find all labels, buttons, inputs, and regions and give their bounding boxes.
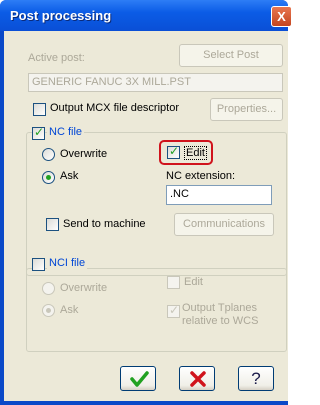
select-post-button[interactable]: Select Post [179,44,283,67]
properties-button[interactable]: Properties... [210,98,283,121]
nc-file-checkbox[interactable]: ✓ [32,125,45,140]
checkmark-icon: ✓ [169,144,180,158]
nc-ask-radio[interactable] [42,171,55,184]
nci-file-label: NCI file [47,257,88,269]
nc-overwrite-label: Overwrite [60,148,108,160]
active-post-field[interactable]: GENERIC FANUC 3X MILL.PST [28,73,283,92]
nc-ask-label: Ask [60,170,79,182]
x-icon [190,371,206,387]
cancel-button[interactable] [179,366,215,391]
nc-edit-label: Edit [184,146,207,160]
output-tplanes-checkbox[interactable]: ✓ [167,303,180,318]
title-bar[interactable]: Post processing X [0,0,292,31]
nci-file-checkbox[interactable] [32,258,45,271]
nci-ask-label: Ask [60,304,79,316]
mcx-checkbox[interactable] [33,103,46,116]
nci-overwrite-label: Overwrite [60,282,108,294]
checkmark-icon: ✓ [34,125,45,139]
nci-edit-label: Edit [184,276,203,288]
nc-overwrite-radio[interactable] [42,148,55,161]
nc-extension-input[interactable]: .NC [166,185,272,205]
communications-button[interactable]: Communications [174,213,274,236]
window-title: Post processing [10,8,112,23]
nci-ask-radio[interactable] [42,304,55,317]
nc-file-label: NC file [47,126,85,138]
dialog-window: Post processing X Active post: Select Po… [0,0,292,405]
close-button[interactable]: X [271,6,292,27]
help-button[interactable]: ? [238,366,274,391]
active-post-label: Active post: [28,52,85,64]
nci-edit-checkbox[interactable] [167,276,180,289]
check-icon [130,371,149,387]
nc-edit-checkbox[interactable]: ✓ [167,144,180,159]
question-icon: ? [251,369,261,388]
radio-dot-icon [46,175,51,180]
mcx-label: Output MCX file descriptor [50,102,179,114]
send-to-machine-checkbox[interactable] [46,218,59,231]
dialog-body: Active post: Select Post GENERIC FANUC 3… [4,31,288,401]
send-to-machine-label: Send to machine [63,218,146,230]
nci-overwrite-radio[interactable] [42,282,55,295]
nc-extension-label: NC extension: [166,170,236,182]
checkmark-icon: ✓ [169,303,180,317]
ok-button[interactable] [120,366,156,391]
radio-dot-icon [46,308,51,313]
output-tplanes-label: Output Tplanes relative to WCS [182,302,259,327]
